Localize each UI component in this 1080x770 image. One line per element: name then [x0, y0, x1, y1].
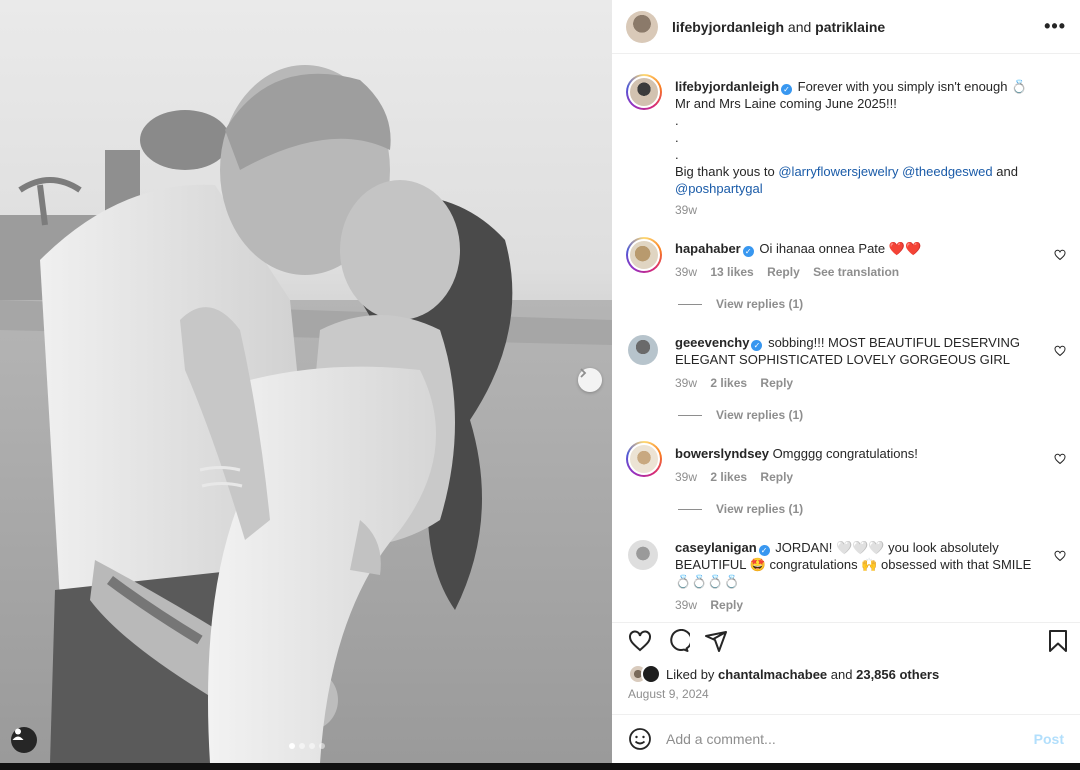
comment: bowerslyndsey Omgggg congratulations! 39… — [626, 441, 1066, 486]
replies-line — [678, 508, 702, 510]
comment-time[interactable]: 39w — [675, 376, 697, 390]
carousel-dot — [299, 743, 305, 749]
add-comment-bar: Post — [612, 714, 1080, 763]
comment-likes[interactable]: 13 likes — [710, 265, 753, 279]
next-slide-button[interactable] — [578, 368, 602, 392]
comment-username[interactable]: bowerslyndsey — [675, 446, 769, 461]
carousel-dot — [289, 743, 295, 749]
liker-avatars — [628, 664, 666, 684]
caption-dot: . — [675, 147, 679, 162]
chevron-right-icon — [580, 368, 587, 378]
view-replies-label: View replies (1) — [716, 408, 804, 422]
comment: geeevenchy ✓ sobbing!!! MOST BEAUTIFUL DE… — [626, 333, 1066, 392]
bottom-strip — [0, 763, 1080, 770]
carousel-dot — [309, 743, 315, 749]
caption-avatar[interactable] — [626, 74, 662, 110]
liked-by-prefix: Liked by — [666, 666, 715, 682]
mention-link[interactable]: @theedgeswed — [902, 164, 993, 179]
comment-time[interactable]: 39w — [675, 470, 697, 484]
comment-username[interactable]: caseylanigan — [675, 540, 757, 555]
caption: lifebyjordanleigh ✓ Forever with you simp… — [626, 74, 1066, 219]
mention-link[interactable]: @poshpartygal — [675, 181, 763, 196]
comment-likes[interactable]: 2 likes — [710, 470, 747, 484]
like-comment-heart-icon[interactable] — [1054, 550, 1066, 562]
mention-link[interactable]: @larryflowersjewelry — [778, 164, 898, 179]
comment-avatar[interactable] — [628, 540, 658, 570]
like-heart-icon[interactable] — [628, 629, 652, 653]
caption-thanks: Big thank yous to — [675, 164, 775, 179]
comment-time[interactable]: 39w — [675, 265, 697, 279]
caption-dot: . — [675, 113, 679, 128]
post-date[interactable]: August 9, 2024 — [628, 687, 709, 701]
reply-button[interactable]: Reply — [710, 598, 743, 612]
comment-username[interactable]: geeevenchy — [675, 335, 749, 350]
comment: caseylanigan ✓ JORDAN! 🤍🤍🤍 you look absol… — [626, 538, 1066, 614]
likes-summary: Liked by chantalmachabee and 23,856 othe… — [628, 664, 939, 684]
post-actions-bar — [612, 622, 1080, 658]
comment-avatar[interactable] — [626, 237, 662, 273]
view-replies-button[interactable]: View replies (1) — [678, 502, 803, 516]
caption-time[interactable]: 39w — [675, 203, 697, 217]
verified-icon: ✓ — [758, 545, 770, 556]
replies-line — [678, 414, 702, 416]
author-username[interactable]: lifebyjordanleigh — [672, 19, 784, 35]
likes-count[interactable]: 23,856 others — [856, 667, 939, 682]
post-comment-button[interactable]: Post — [1034, 731, 1064, 747]
reply-button[interactable]: Reply — [760, 470, 793, 484]
reply-button[interactable]: Reply — [760, 376, 793, 390]
share-send-icon[interactable] — [704, 629, 728, 653]
see-translation-button[interactable]: See translation — [813, 265, 899, 279]
verified-icon: ✓ — [781, 84, 793, 95]
like-comment-heart-icon[interactable] — [1054, 453, 1066, 465]
person-icon — [12, 728, 24, 740]
post-details-panel: lifebyjordanleigh and patriklaine ••• li… — [612, 0, 1080, 763]
tagged-people-button[interactable] — [11, 727, 37, 753]
coauthor-username[interactable]: patriklaine — [815, 19, 885, 35]
save-bookmark-icon[interactable] — [1048, 629, 1068, 653]
comment-time[interactable]: 39w — [675, 598, 697, 612]
post-header: lifebyjordanleigh and patriklaine ••• — [612, 0, 1080, 54]
photo-image — [0, 0, 612, 763]
comment-avatar[interactable] — [626, 441, 662, 477]
view-replies-button[interactable]: View replies (1) — [678, 297, 803, 311]
caption-dot: . — [675, 130, 679, 145]
comment-username[interactable]: hapahaber — [675, 241, 741, 256]
add-comment-input[interactable] — [666, 731, 1034, 747]
view-replies-button[interactable]: View replies (1) — [678, 408, 803, 422]
verified-icon: ✓ — [742, 246, 754, 257]
like-comment-heart-icon[interactable] — [1054, 345, 1066, 357]
view-replies-label: View replies (1) — [716, 502, 804, 516]
author-names: lifebyjordanleigh and patriklaine — [672, 19, 885, 35]
like-comment-heart-icon[interactable] — [1054, 249, 1066, 261]
liked-by-user[interactable]: chantalmachabee — [718, 667, 827, 682]
more-options-button[interactable]: ••• — [1044, 16, 1066, 37]
view-replies-label: View replies (1) — [716, 297, 804, 311]
comment: hapahaber ✓ Oi ihanaa onnea Pate ❤️❤️ 39w… — [626, 237, 1066, 281]
carousel-dot — [319, 743, 325, 749]
comment-bubble-icon[interactable] — [666, 629, 690, 653]
carousel-dots — [289, 743, 325, 749]
comment-text: Oi ihanaa onnea Pate ❤️❤️ — [759, 241, 922, 256]
caption-and: and — [996, 164, 1018, 179]
liked-by-and: and — [830, 666, 853, 682]
comment-text: Omgggg congratulations! — [772, 446, 918, 461]
author-avatar[interactable] — [626, 10, 658, 43]
comment-likes[interactable]: 2 likes — [710, 376, 747, 390]
replies-line — [678, 303, 702, 305]
liker-avatar[interactable] — [641, 664, 661, 684]
post-photo[interactable] — [0, 0, 612, 763]
author-and: and — [787, 18, 812, 35]
emoji-smiley-icon[interactable] — [628, 727, 652, 751]
reply-button[interactable]: Reply — [767, 265, 800, 279]
caption-username[interactable]: lifebyjordanleigh — [675, 79, 779, 94]
comment-avatar[interactable] — [628, 335, 658, 365]
verified-icon: ✓ — [751, 340, 763, 351]
